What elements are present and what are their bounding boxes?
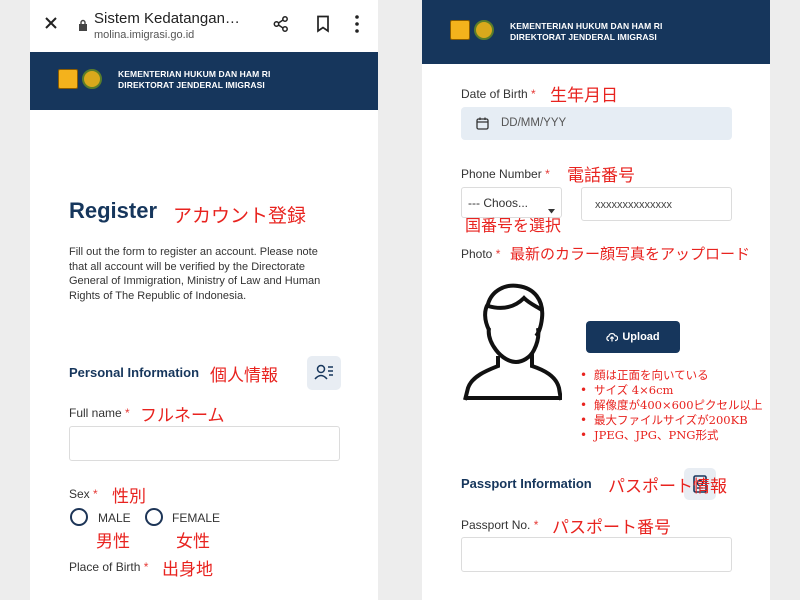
upload-label: Upload xyxy=(622,331,660,343)
female-label: FEMALE xyxy=(172,511,221,525)
phone-input[interactable]: xxxxxxxxxxxxxx xyxy=(581,187,732,221)
full-name-label-jp: フルネーム xyxy=(140,406,225,426)
header-line-1: KEMENTERIAN HUKUM DAN HAM RI xyxy=(510,21,663,31)
register-title-jp: アカウント登録 xyxy=(173,205,307,227)
photo-label-jp: 最新のカラー顔写真をアップロード xyxy=(510,245,751,263)
dob-label-jp: 生年月日 xyxy=(550,86,618,106)
sex-label-jp: 性別 xyxy=(112,487,146,507)
passport-no-label-jp: パスポート番号 xyxy=(552,518,671,538)
full-name-input[interactable] xyxy=(69,426,340,461)
photo-rule: 顔は正面を向いている xyxy=(580,368,763,383)
photo-label: Photo * xyxy=(461,247,501,261)
ministry-header: KEMENTERIAN HUKUM DAN HAM RI DIREKTORAT … xyxy=(30,52,378,110)
register-description: Fill out the form to register an account… xyxy=(69,246,321,302)
photo-requirements-list: 顔は正面を向いている サイズ 4×6cm 解像度が400×600ピクセル以上 最… xyxy=(580,368,763,443)
browser-toolbar: Sistem Kedatangan… molina.imigrasi.go.id xyxy=(30,0,378,52)
url-text[interactable]: molina.imigrasi.go.id xyxy=(94,29,194,41)
male-radio[interactable] xyxy=(70,508,88,526)
header-line-1: KEMENTERIAN HUKUM DAN HAM RI xyxy=(118,69,271,79)
male-label-jp: 男性 xyxy=(96,532,130,552)
share-icon[interactable] xyxy=(272,15,290,33)
phone-label-jp: 電話番号 xyxy=(567,166,635,186)
full-name-label: Full name * xyxy=(69,406,130,420)
personal-info-title-jp: 個人情報 xyxy=(210,366,278,386)
female-radio[interactable] xyxy=(145,508,163,526)
site-title[interactable]: Sistem Kedatangan… xyxy=(94,10,240,27)
ministry-header: KEMENTERIAN HUKUM DAN HAM RI DIREKTORAT … xyxy=(422,0,770,64)
place-of-birth-label-jp: 出身地 xyxy=(162,560,213,580)
passport-no-label: Passport No. * xyxy=(461,518,539,532)
cloud-upload-icon xyxy=(606,332,619,342)
passport-info-title: Passport Information xyxy=(461,476,592,491)
country-code-jp: 国番号を選択 xyxy=(465,216,562,235)
phone-label: Phone Number * xyxy=(461,167,550,181)
place-of-birth-label: Place of Birth * xyxy=(69,560,149,574)
female-label-jp: 女性 xyxy=(176,532,210,552)
photo-rule: JPEG、JPG、PNG形式 xyxy=(580,428,763,443)
person-placeholder-icon xyxy=(462,270,563,402)
upload-button[interactable]: Upload xyxy=(586,321,680,353)
ministry-logo xyxy=(450,20,470,40)
phone-placeholder: xxxxxxxxxxxxxx xyxy=(595,199,672,211)
passport-no-input[interactable] xyxy=(461,537,732,572)
calendar-icon xyxy=(476,117,489,130)
passport-info-title-jp: パスポート情報 xyxy=(608,477,727,497)
dob-label: Date of Birth * xyxy=(461,87,536,101)
personal-info-title: Personal Information xyxy=(69,365,200,380)
photo-rule: 解像度が400×600ピクセル以上 xyxy=(580,398,763,413)
close-icon[interactable] xyxy=(42,14,60,32)
sex-label: Sex * xyxy=(69,487,98,501)
lock-icon xyxy=(78,18,88,31)
ministry-logo xyxy=(58,69,78,89)
photo-rule: 最大ファイルサイズが200KB xyxy=(580,413,763,428)
personal-info-icon[interactable] xyxy=(307,356,341,390)
header-line-2: DIREKTORAT JENDERAL IMIGRASI xyxy=(118,80,265,90)
right-phone-screen: KEMENTERIAN HUKUM DAN HAM RI DIREKTORAT … xyxy=(422,0,770,600)
chevron-down-icon xyxy=(548,201,555,214)
register-title: Register xyxy=(69,198,158,223)
bookmark-icon[interactable] xyxy=(316,15,330,33)
dob-placeholder: DD/MM/YYY xyxy=(501,117,567,129)
photo-rule: サイズ 4×6cm xyxy=(580,383,763,398)
header-line-2: DIREKTORAT JENDERAL IMIGRASI xyxy=(510,32,657,42)
dob-input[interactable]: DD/MM/YYY xyxy=(461,107,732,140)
more-vert-icon[interactable] xyxy=(354,14,360,34)
immigration-logo xyxy=(474,20,494,40)
immigration-logo xyxy=(82,69,102,89)
male-label: MALE xyxy=(98,511,131,525)
left-phone-screen: Sistem Kedatangan… molina.imigrasi.go.id… xyxy=(30,0,378,600)
country-code-value: --- Choos... xyxy=(468,196,529,210)
